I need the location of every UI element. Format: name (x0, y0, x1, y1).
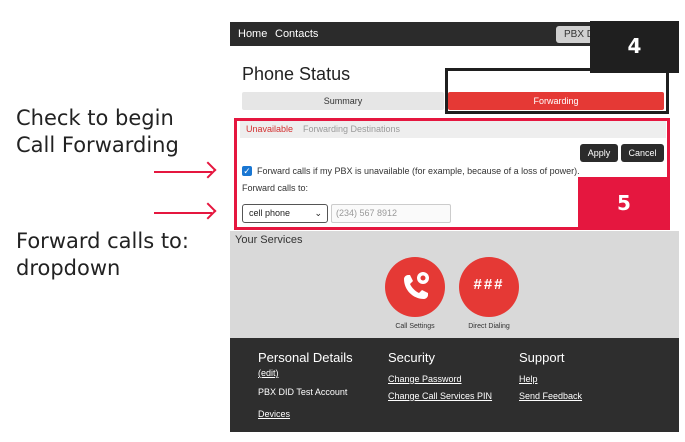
direct-dialing-button[interactable]: ### (459, 257, 519, 317)
phone-gear-icon (404, 272, 429, 299)
support-title: Support (519, 350, 565, 365)
change-pin-link[interactable]: Change Call Services PIN (388, 391, 492, 401)
forwarding-tab-highlight (445, 68, 669, 114)
direct-dialing-label: Direct Dialing (468, 323, 510, 330)
change-password-link[interactable]: Change Password (388, 374, 462, 384)
call-settings-label: Call Settings (395, 323, 435, 330)
check-annotation: Check to begin Call Forwarding (16, 105, 179, 159)
arrow-right-icon (154, 171, 212, 173)
help-link[interactable]: Help (519, 374, 538, 384)
tutorial-screenshot: Check to begin Call Forwarding Forward c… (0, 0, 685, 442)
check-annotation-line-2: Call Forwarding (16, 133, 179, 157)
callout-badge-4: 4 (590, 21, 679, 73)
tab-summary[interactable]: Summary (242, 92, 444, 110)
hash-icon: ### (473, 276, 505, 293)
forward-annotation-line-1: Forward calls to: (16, 229, 189, 253)
forward-annotation-line-2: dropdown (16, 256, 121, 280)
services-title: Your Services (235, 234, 303, 246)
page-title: Phone Status (242, 64, 351, 84)
send-feedback-link[interactable]: Send Feedback (519, 391, 582, 401)
nav-contacts-link[interactable]: Contacts (275, 28, 318, 40)
arrow-right-icon (154, 212, 212, 214)
footer: Personal Details (edit) PBX DID Test Acc… (230, 338, 679, 432)
account-name: PBX DID Test Account (258, 387, 348, 397)
edit-link[interactable]: (edit) (258, 368, 279, 378)
nav-home-link[interactable]: Home (238, 28, 267, 40)
callout-badge-5: 5 (578, 177, 670, 230)
services-section: Your Services Call Settings ### Direct D… (230, 231, 679, 338)
check-annotation-line-1: Check to begin (16, 106, 174, 130)
devices-link[interactable]: Devices (258, 409, 290, 419)
personal-details-title: Personal Details (258, 350, 353, 365)
security-title: Security (388, 350, 435, 365)
call-settings-button[interactable] (385, 257, 445, 317)
forward-annotation: Forward calls to: dropdown (16, 228, 189, 282)
